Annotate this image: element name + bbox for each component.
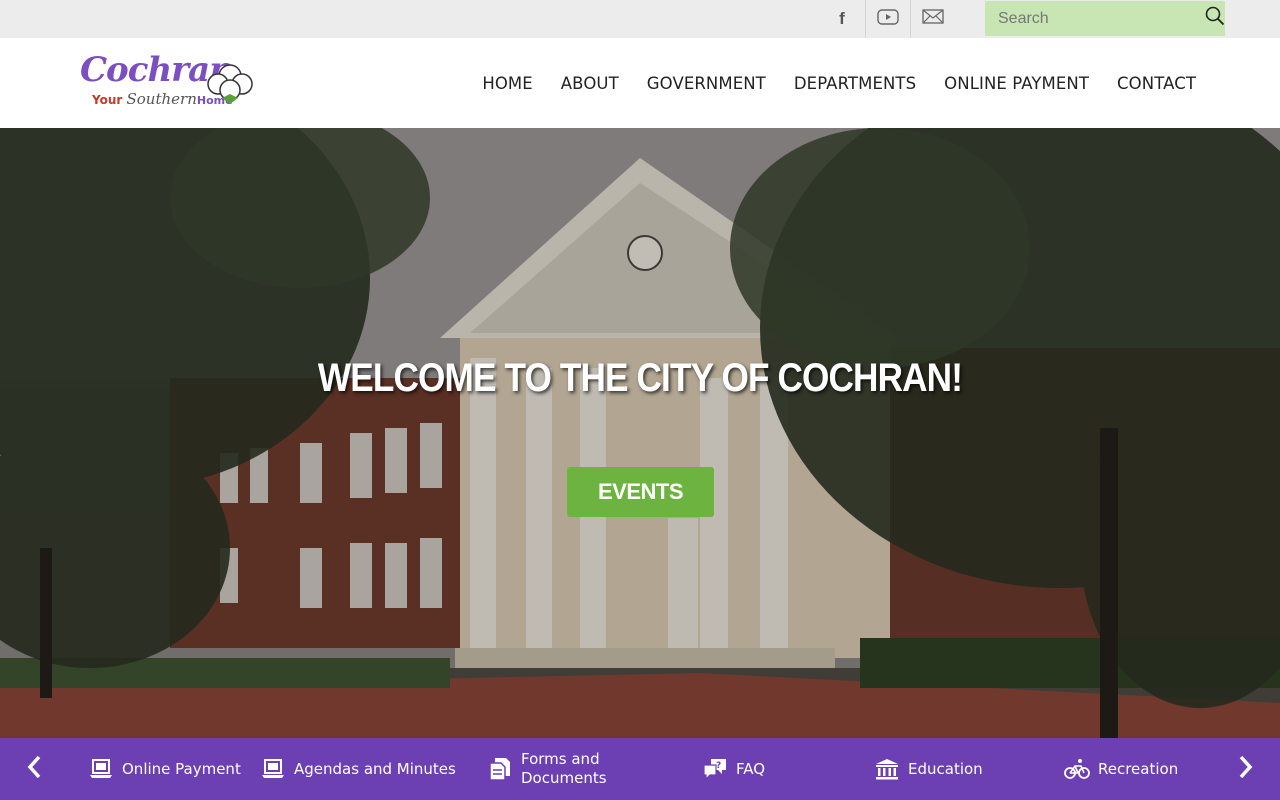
quicklink-label: Agendas and Minutes <box>294 759 456 778</box>
hero-background-image <box>0 128 1280 738</box>
documents-icon <box>487 756 513 782</box>
nav-departments[interactable]: DEPARTMENTS <box>794 74 916 93</box>
nav-about[interactable]: ABOUT <box>561 74 619 93</box>
chevron-left-icon <box>25 754 43 785</box>
svg-text:?: ? <box>716 761 721 771</box>
quicklink-label: Forms and Documents <box>521 750 607 787</box>
hero-banner: WELCOME TO THE CITY OF COCHRAN! EVENTS <box>0 128 1280 738</box>
site-header: Cochran Your SouthernHome HOME ABOUT GOV… <box>0 38 1280 128</box>
facebook-icon: f <box>839 9 845 28</box>
search-input[interactable] <box>985 1 1205 36</box>
events-button[interactable]: EVENTS <box>567 467 714 517</box>
quicklink-recreation[interactable]: Recreation <box>1064 738 1178 800</box>
quicklink-online-payment[interactable]: Online Payment <box>88 738 241 800</box>
quicklink-label: Recreation <box>1098 759 1179 778</box>
quicklink-faq[interactable]: ? FAQ <box>702 738 765 800</box>
quicklink-forms-documents[interactable]: Forms and Documents <box>487 738 631 800</box>
mail-icon <box>921 9 944 29</box>
search-box <box>985 1 1225 36</box>
youtube-link[interactable] <box>865 0 909 38</box>
site-logo[interactable]: Cochran Your SouthernHome <box>80 50 260 116</box>
quicklink-label: Education <box>908 759 983 778</box>
main-navigation: HOME ABOUT GOVERNMENT DEPARTMENTS ONLINE… <box>454 38 1196 128</box>
nav-government[interactable]: GOVERNMENT <box>647 74 766 93</box>
bicycle-icon <box>1064 756 1090 782</box>
quicklink-label: FAQ <box>736 759 766 778</box>
quicklink-education[interactable]: Education <box>874 738 983 800</box>
quicklink-agendas-minutes[interactable]: Agendas and Minutes <box>260 738 456 800</box>
search-icon <box>1205 6 1225 31</box>
top-utility-bar: f <box>0 0 1280 38</box>
cotton-icon <box>207 64 253 104</box>
hero-title: WELCOME TO THE CITY OF COCHRAN! <box>317 356 963 400</box>
chat-question-icon: ? <box>702 756 728 782</box>
nav-home[interactable]: HOME <box>482 74 532 93</box>
building-icon <box>874 756 900 782</box>
mail-link[interactable] <box>910 0 954 38</box>
search-button[interactable] <box>1205 1 1225 36</box>
laptop-icon <box>260 756 286 782</box>
laptop-icon <box>88 756 114 782</box>
facebook-link[interactable]: f <box>820 0 864 38</box>
chevron-right-icon <box>1237 754 1255 785</box>
carousel-next-button[interactable] <box>1216 738 1276 800</box>
quicklink-label: Online Payment <box>122 759 241 778</box>
youtube-icon <box>876 8 899 30</box>
nav-online-payment[interactable]: ONLINE PAYMENT <box>944 74 1089 93</box>
nav-contact[interactable]: CONTACT <box>1117 74 1196 93</box>
quick-links-bar: Online Payment Agendas and Minutes Forms… <box>0 738 1280 800</box>
carousel-prev-button[interactable] <box>4 738 64 800</box>
